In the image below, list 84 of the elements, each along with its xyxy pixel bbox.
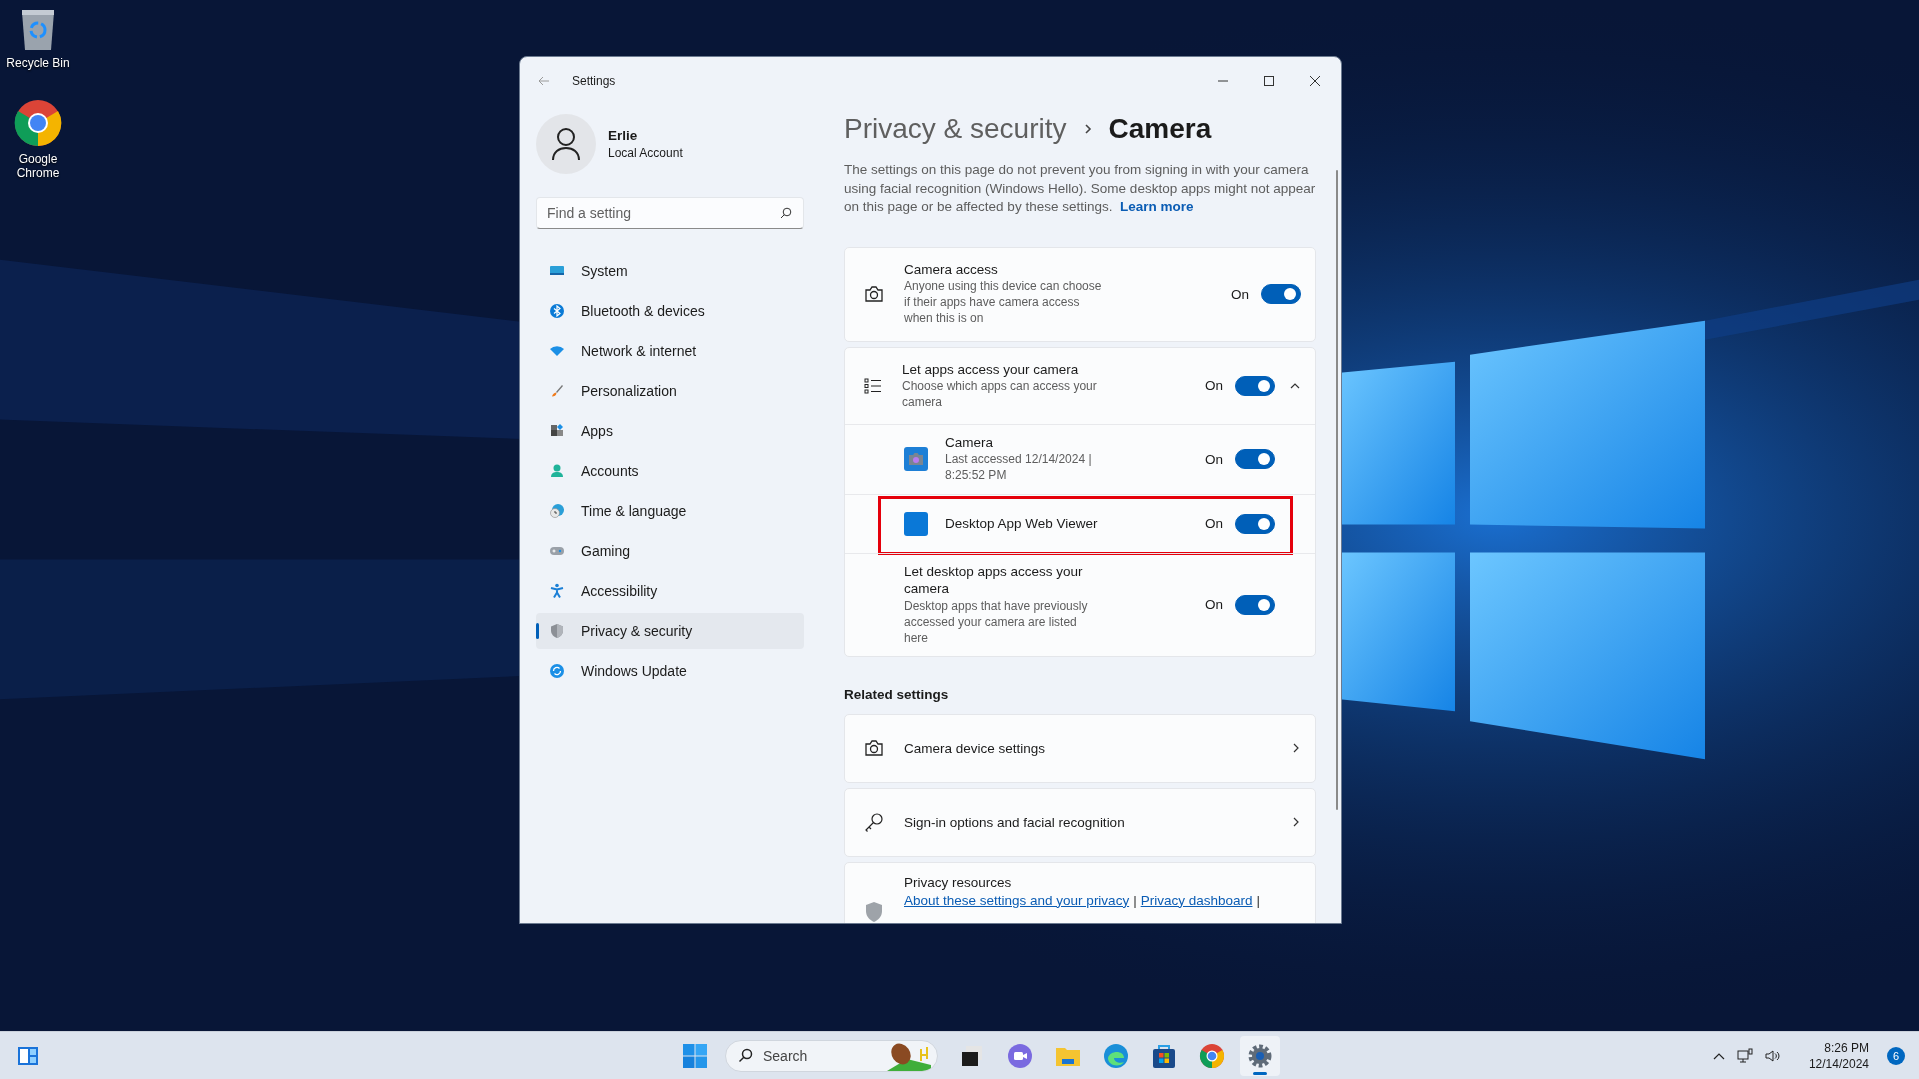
nav-item[interactable]: Network & internet <box>536 333 804 369</box>
camera-app-icon <box>904 447 928 471</box>
start-icon[interactable] <box>683 1043 707 1068</box>
setting-description: Choose which apps can access your camera <box>902 377 1098 410</box>
recycle-bin-icon[interactable] <box>20 8 56 52</box>
settings-link-label: Sign-in options and facial recognition <box>904 814 1126 830</box>
clock[interactable]: 8:26 PM 12/14/2024 <box>1808 1039 1869 1072</box>
account-type: Local Account <box>608 146 683 160</box>
toggle-switch[interactable] <box>1235 594 1275 615</box>
settings-link-card[interactable]: Sign-in options and facial recognition <box>844 787 1316 857</box>
window-title: Settings <box>572 74 617 88</box>
close-icon[interactable] <box>1309 75 1321 87</box>
nav-item[interactable]: Accessibility <box>536 573 804 609</box>
breadcrumb-parent[interactable]: Privacy & security <box>844 113 1067 145</box>
desktop-icon-label[interactable]: Recycle Bin <box>2 56 74 70</box>
toggle-state-label: On <box>1205 516 1223 531</box>
search-field[interactable]: Find a setting <box>536 197 804 229</box>
chevron-right-icon <box>1082 122 1093 136</box>
account-name: Erlie <box>608 128 639 143</box>
shield-icon <box>864 900 884 923</box>
link-separator: | <box>1133 892 1137 908</box>
settings-link-card[interactable]: Camera device settings <box>844 713 1316 783</box>
notification-badge[interactable]: 6 <box>1887 1046 1905 1065</box>
app-name: Desktop App Web Viewer <box>945 516 1099 531</box>
toggle-switch[interactable] <box>1235 375 1275 396</box>
setting-description: Desktop apps that have previously accessed your camera are listed here <box>904 598 1089 646</box>
chrome-icon[interactable] <box>13 98 63 148</box>
refresh-icon <box>549 663 565 679</box>
volume-icon[interactable] <box>1764 1048 1781 1063</box>
app-detail: Last accessed 12/14/2024 | 8:25:52 PM <box>945 451 1093 483</box>
wifi-icon <box>549 343 565 359</box>
chevron-right-icon <box>1291 742 1301 754</box>
person-icon <box>549 463 565 479</box>
nav-item[interactable]: Windows Update <box>536 653 804 689</box>
camera-icon <box>864 285 884 303</box>
toggle-state-label: On <box>1205 451 1223 467</box>
apps-icon <box>549 423 565 439</box>
toggle-switch[interactable] <box>1235 449 1275 469</box>
search-icon[interactable] <box>780 207 792 219</box>
shield-icon <box>549 623 565 639</box>
page-title: Camera <box>1108 113 1212 145</box>
toggle-switch[interactable] <box>1235 513 1275 534</box>
nav-item[interactable]: Apps <box>536 413 804 449</box>
toggle-state-label: On <box>1231 286 1249 302</box>
nav-item[interactable]: Bluetooth & devices <box>536 293 804 329</box>
desktop-icon-label[interactable]: Google Chrome <box>2 152 74 180</box>
search-icon <box>738 1048 753 1063</box>
link-separator: | <box>1256 892 1260 908</box>
widgets-icon[interactable] <box>17 1045 39 1066</box>
nav-item[interactable]: Time & language <box>536 493 804 529</box>
list-icon <box>864 377 882 394</box>
taskbar-search[interactable]: Search <box>725 1039 938 1072</box>
toggle-state-label: On <box>1205 597 1223 612</box>
privacy-link[interactable]: About these settings and your privacy <box>904 892 1130 908</box>
globe-clock-icon <box>549 503 565 519</box>
scrollbar[interactable] <box>1336 170 1338 810</box>
chevron-right-icon <box>1291 816 1301 828</box>
network-icon[interactable] <box>1736 1047 1753 1064</box>
setting-title: Privacy resources <box>904 874 1013 890</box>
setting-description: Anyone using this device can choose if their apps have camera access when this is on <box>904 278 1103 326</box>
setting-title: Let apps access your camera <box>902 361 1080 377</box>
privacy-link[interactable]: Privacy dashboard <box>1140 892 1253 908</box>
maximize-icon[interactable] <box>1263 75 1275 87</box>
nav-item[interactable]: Privacy & security <box>536 613 804 649</box>
camera-icon <box>864 739 884 757</box>
nav-item[interactable]: Gaming <box>536 533 804 569</box>
toggle-state-label: On <box>1205 378 1223 393</box>
key-icon <box>864 812 884 832</box>
bluetooth-icon <box>549 303 565 319</box>
nav-item[interactable]: Accounts <box>536 453 804 489</box>
settings-link-label: Camera device settings <box>904 740 1047 756</box>
learn-more-link[interactable]: Learn more <box>1119 199 1194 214</box>
nav-item[interactable]: Personalization <box>536 373 804 409</box>
settings-icon[interactable] <box>1240 1035 1280 1076</box>
section-heading: Related settings <box>844 686 950 702</box>
app-name: Camera <box>945 435 994 450</box>
app-icon <box>904 511 928 536</box>
page-description: The settings on this page do not prevent you from signing in with your camera using facial recognition (Windows Hello). Some desktop apps might not appear on this page or be affected by these settings. Learn more <box>844 161 1316 216</box>
toggle-switch[interactable] <box>1261 284 1301 304</box>
setting-title: Let desktop apps access your camera <box>904 563 1084 597</box>
brush-icon <box>549 383 565 399</box>
setting-title: Camera access <box>904 262 999 277</box>
accessibility-icon <box>549 583 565 599</box>
nav-item[interactable]: System <box>536 253 804 289</box>
